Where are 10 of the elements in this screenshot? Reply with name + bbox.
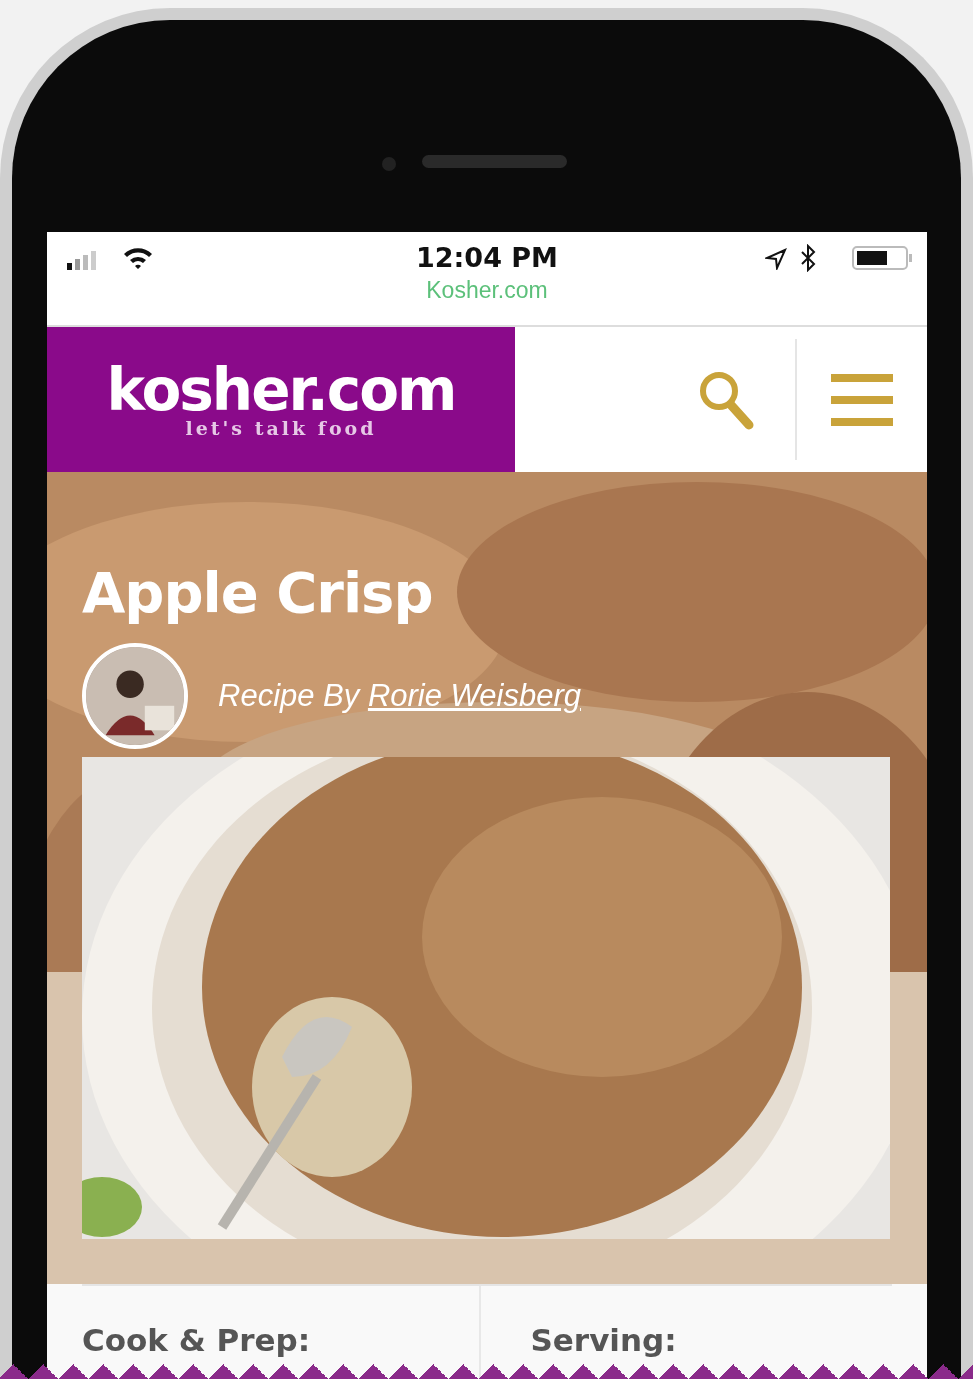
bluetooth-icon (799, 244, 817, 272)
menu-icon[interactable] (831, 373, 893, 426)
wifi-icon (122, 246, 154, 270)
info-label: Cook & Prep: (82, 1322, 312, 1358)
location-icon (765, 248, 787, 270)
info-label: Serving: (530, 1322, 678, 1358)
status-time: 12:04 PM (416, 241, 558, 273)
site-logo[interactable]: kosher.com let's talk food (47, 327, 515, 472)
battery-icon (852, 246, 914, 270)
page-url: Kosher.com (425, 276, 549, 305)
